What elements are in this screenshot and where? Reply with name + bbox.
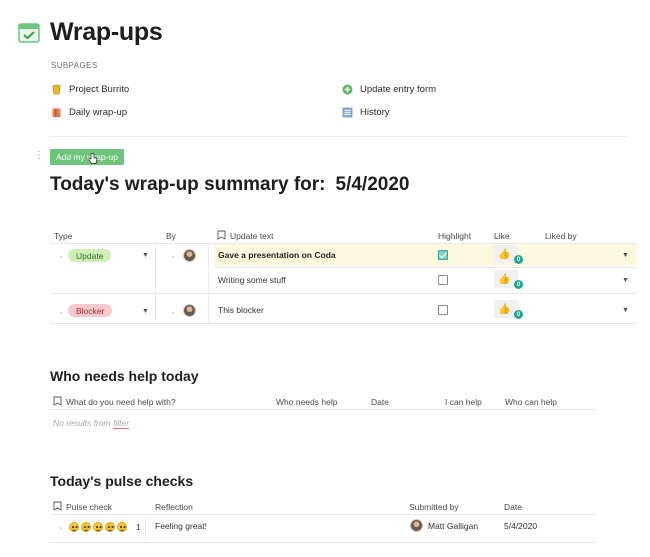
row-divider <box>50 293 637 294</box>
subpages-label: SUBPAGES <box>51 61 98 70</box>
update-text-cell[interactable]: This blocker <box>218 305 264 315</box>
pulse-emoji-icon[interactable] <box>69 522 79 532</box>
table-divider <box>50 409 596 410</box>
column-divider <box>145 514 146 542</box>
expand-caret-icon[interactable]: ⌄ <box>58 252 64 260</box>
pulse-value: 1 <box>136 522 141 532</box>
highlight-checkbox[interactable] <box>438 275 448 285</box>
pulse-emoji-icon[interactable] <box>105 522 115 532</box>
submitted-by-cell[interactable]: Matt Galligan <box>428 521 478 531</box>
summary-date: 5/4/2020 <box>335 174 410 195</box>
pulse-section-title: Today's pulse checks <box>50 473 194 489</box>
column-header-i-can-help[interactable]: I can help <box>445 397 482 407</box>
subpage-update-entry-form[interactable]: Update entry form <box>342 84 436 95</box>
hand-cursor-icon <box>88 153 98 164</box>
column-header-highlight[interactable]: Highlight <box>438 231 471 241</box>
drag-handle-icon[interactable]: ⋮ <box>34 151 44 161</box>
text-column-icon <box>53 396 62 406</box>
type-pill-blocker[interactable]: Blocker <box>68 304 113 317</box>
pulse-emoji-icon[interactable] <box>117 522 127 532</box>
text-column-icon <box>217 230 226 240</box>
avatar <box>183 304 196 317</box>
row-divider <box>50 542 596 543</box>
row-divider <box>214 267 637 268</box>
row-divider <box>50 323 637 324</box>
dropdown-caret-icon[interactable]: ▼ <box>622 252 629 259</box>
reflection-cell[interactable]: Feeling great! <box>155 521 207 531</box>
table-divider <box>50 514 596 515</box>
column-header-pulse-check[interactable]: Pulse check <box>66 502 112 512</box>
column-header-who-can-help[interactable]: Who can help <box>505 397 557 407</box>
pulse-emoji-icon[interactable] <box>81 522 91 532</box>
like-count-badge: 0 <box>514 310 523 319</box>
avatar <box>183 249 196 262</box>
calendar-check-icon <box>18 23 40 43</box>
expand-caret-icon[interactable]: ⌄ <box>58 308 64 316</box>
date-cell[interactable]: 5/4/2020 <box>504 521 537 531</box>
dropdown-caret-icon[interactable]: ▼ <box>622 277 629 284</box>
empty-state: No results from filter <box>53 418 130 429</box>
summary-title: Today's wrap-up summary for: 5/4/2020 <box>50 174 409 196</box>
expand-caret-icon[interactable]: ⌄ <box>170 308 176 316</box>
book-icon <box>52 108 61 117</box>
column-header-liked-by[interactable]: Liked by <box>545 231 577 241</box>
divider <box>50 136 628 137</box>
filter-link[interactable]: filter <box>113 418 130 429</box>
column-divider <box>208 243 209 323</box>
column-header-date[interactable]: Date <box>504 502 522 512</box>
subpage-label: Project Burrito <box>69 84 130 95</box>
empty-state-text: No results from <box>53 418 111 428</box>
column-divider <box>155 243 156 323</box>
column-header-submitted-by[interactable]: Submitted by <box>409 502 459 512</box>
column-header-reflection[interactable]: Reflection <box>155 502 193 512</box>
cup-icon <box>52 85 61 95</box>
update-text-cell[interactable]: Writing some stuff <box>218 275 286 285</box>
add-my-wrap-up-button[interactable]: Add my wrap-up <box>50 149 124 165</box>
expand-caret-icon[interactable]: ⌄ <box>170 252 176 260</box>
like-count-badge: 0 <box>514 280 523 289</box>
column-header-update-text[interactable]: Update text <box>230 231 273 241</box>
subpage-label: Update entry form <box>360 84 437 95</box>
column-header-type[interactable]: Type <box>54 231 72 241</box>
subpage-daily-wrap-up[interactable]: Daily wrap-up <box>51 107 127 118</box>
summary-title-text: Today's wrap-up summary for: <box>50 174 326 195</box>
dropdown-caret-icon[interactable]: ▼ <box>142 252 149 259</box>
avatar <box>410 519 423 532</box>
column-header-like[interactable]: Like <box>494 231 510 241</box>
plus-circle-icon <box>342 84 353 95</box>
column-header-by[interactable]: By <box>166 231 176 241</box>
subpage-label: History <box>360 107 390 118</box>
type-pill-update[interactable]: Update <box>68 249 112 262</box>
subpage-label: Daily wrap-up <box>69 107 128 118</box>
column-header-date[interactable]: Date <box>371 397 389 407</box>
pulse-emoji-icon[interactable] <box>93 522 103 532</box>
highlight-checkbox[interactable] <box>438 250 448 260</box>
expand-caret-icon[interactable]: ⌄ <box>58 523 64 531</box>
column-header-help-question[interactable]: What do you need help with? <box>66 397 176 407</box>
dropdown-caret-icon[interactable]: ▼ <box>622 307 629 314</box>
dropdown-caret-icon[interactable]: ▼ <box>142 308 149 315</box>
update-text-cell[interactable]: Gave a presentation on Coda <box>218 250 336 260</box>
like-count-badge: 0 <box>514 255 523 264</box>
ledger-icon <box>342 107 353 118</box>
subpage-project-burrito[interactable]: Project Burrito <box>51 84 129 95</box>
text-column-icon <box>53 501 62 511</box>
page-title: Wrap-ups <box>50 18 163 46</box>
column-header-who-needs-help[interactable]: Who needs help <box>276 397 337 407</box>
subpage-history[interactable]: History <box>342 107 390 118</box>
highlight-checkbox[interactable] <box>438 305 448 315</box>
help-section-title: Who needs help today <box>50 368 199 384</box>
